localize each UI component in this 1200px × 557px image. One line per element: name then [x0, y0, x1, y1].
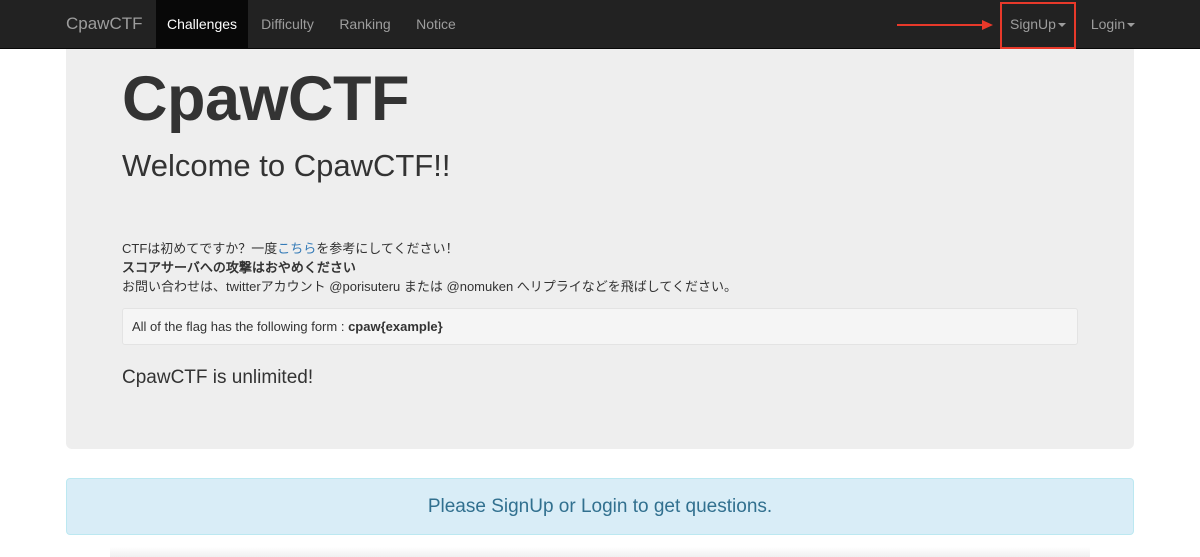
- nav-tab-ranking[interactable]: Ranking: [327, 0, 403, 48]
- flag-format-prefix: All of the flag has the following form :: [132, 319, 349, 334]
- unlimited-text: CpawCTF is unlimited!: [122, 367, 314, 388]
- intro-link[interactable]: こちら: [277, 241, 316, 256]
- nav-tab-difficulty[interactable]: Difficulty: [248, 0, 327, 48]
- jumbotron: CpawCTF Welcome to CpawCTF!! CTFは初めてですか？…: [66, 49, 1134, 449]
- contact-line: お問い合わせは、twitterアカウント @porisuteru または @no…: [122, 279, 738, 294]
- nav-tab-challenges[interactable]: Challenges: [156, 0, 248, 48]
- flag-format-well: All of the flag has the following form :…: [122, 308, 1078, 345]
- flag-format-example: cpaw{example}: [348, 319, 443, 334]
- intro-suffix: を参考にしてください！: [316, 241, 459, 256]
- intro-line: CTFは初めてですか？一度こちらを参考にしてください！: [122, 238, 459, 257]
- caret-down-icon: [1127, 23, 1136, 28]
- page-subtitle: Welcome to CpawCTF!!: [122, 148, 451, 183]
- caret-down-icon: [1057, 23, 1066, 28]
- navbar-brand[interactable]: CpawCTF: [66, 0, 143, 48]
- login-dropdown[interactable]: Login: [1082, 0, 1144, 48]
- login-label: Login: [1090, 16, 1126, 32]
- signup-label: SignUp: [1010, 16, 1056, 32]
- intro-prefix: CTFは初めてですか？一度: [122, 241, 278, 256]
- signup-dropdown[interactable]: SignUp: [1002, 0, 1074, 48]
- page-title: CpawCTF: [122, 64, 409, 134]
- login-alert: Please SignUp or Login to get questions.: [66, 478, 1134, 535]
- warning-line: スコアサーバへの攻撃はおやめください: [122, 260, 356, 275]
- navbar: CpawCTF Challenges Difficulty Ranking No…: [0, 0, 1200, 49]
- bottom-panel-edge: [110, 547, 1090, 557]
- nav-tab-notice[interactable]: Notice: [403, 0, 469, 48]
- arrow-right-icon: [897, 20, 993, 30]
